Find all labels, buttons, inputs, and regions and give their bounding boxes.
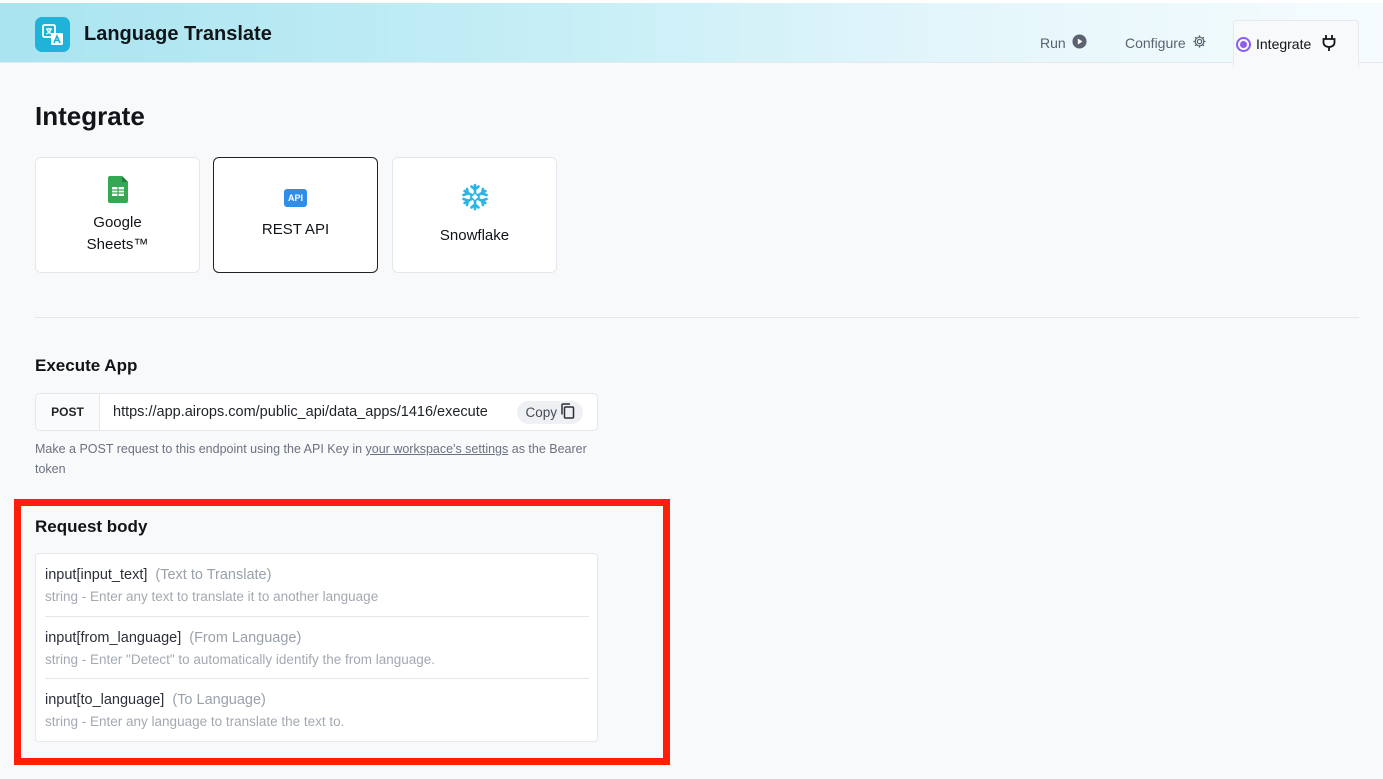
- tab-configure[interactable]: Configure: [1125, 34, 1207, 52]
- copy-icon: [560, 402, 575, 422]
- hint-text-before: Make a POST request to this endpoint usi…: [35, 442, 366, 456]
- copy-button[interactable]: Copy: [517, 400, 583, 424]
- tab-run[interactable]: Run: [1040, 34, 1087, 52]
- execute-app-title: Execute App: [35, 356, 138, 375]
- card-label: REST API: [261, 221, 330, 238]
- app-header: Language Translate Run Configure Integra…: [0, 0, 1383, 67]
- card-label-line2: Sheets™: [86, 236, 149, 253]
- copy-button-label: Copy: [525, 404, 557, 420]
- app-title: Language Translate: [84, 23, 272, 45]
- translate-icon: [35, 17, 70, 52]
- endpoint-url[interactable]: https://app.airops.com/public_api/data_a…: [100, 404, 517, 420]
- param-label: (To Language): [172, 692, 266, 708]
- tab-integrate[interactable]: Integrate: [1233, 20, 1359, 67]
- endpoint-hint: Make a POST request to this endpoint usi…: [35, 439, 605, 479]
- tab-configure-label: Configure: [1125, 35, 1186, 51]
- page-title: Integrate: [35, 101, 145, 131]
- param-row: input[from_language] (From Language) stri…: [45, 629, 589, 667]
- param-name: input[input_text]: [45, 567, 148, 583]
- play-icon: [1072, 34, 1087, 52]
- tab-run-label: Run: [1040, 35, 1066, 51]
- integration-card-rest-api[interactable]: API REST API: [213, 157, 378, 273]
- endpoint-field: POST https://app.airops.com/public_api/d…: [35, 393, 598, 431]
- plug-icon: [1322, 34, 1336, 55]
- workspace-settings-link[interactable]: your workspace's settings: [366, 442, 509, 456]
- param-row: input[input_text] (Text to Translate) str…: [45, 566, 589, 604]
- card-label: Snowflake: [439, 227, 510, 244]
- card-label-line1: Google: [93, 214, 142, 231]
- tab-integrate-label: Integrate: [1256, 36, 1312, 52]
- api-icon: API: [284, 189, 307, 207]
- http-method-badge: POST: [36, 394, 100, 430]
- param-description: string - Enter any text to translate it …: [45, 589, 379, 604]
- gear-icon: [1192, 34, 1207, 52]
- param-description: string - Enter any language to translate…: [45, 714, 345, 729]
- param-label: (From Language): [189, 630, 302, 646]
- param-name: input[from_language]: [45, 630, 182, 646]
- param-name: input[to_language]: [45, 692, 165, 708]
- radio-selected-icon: [1236, 36, 1251, 52]
- snowflake-icon: [461, 183, 489, 215]
- param-divider: [45, 616, 589, 617]
- section-divider: [35, 317, 1359, 318]
- google-sheets-icon: [107, 176, 128, 207]
- request-body-params: input[input_text] (Text to Translate) str…: [35, 553, 598, 742]
- param-divider: [45, 678, 589, 679]
- integration-card-snowflake[interactable]: Snowflake: [392, 157, 557, 273]
- param-description: string - Enter "Detect" to automatically…: [45, 652, 436, 667]
- param-row: input[to_language] (To Language) string -…: [45, 691, 589, 729]
- param-label: (Text to Translate): [155, 567, 272, 583]
- integration-card-google-sheets[interactable]: Google Sheets™: [35, 157, 200, 273]
- request-body-title: Request body: [35, 517, 148, 536]
